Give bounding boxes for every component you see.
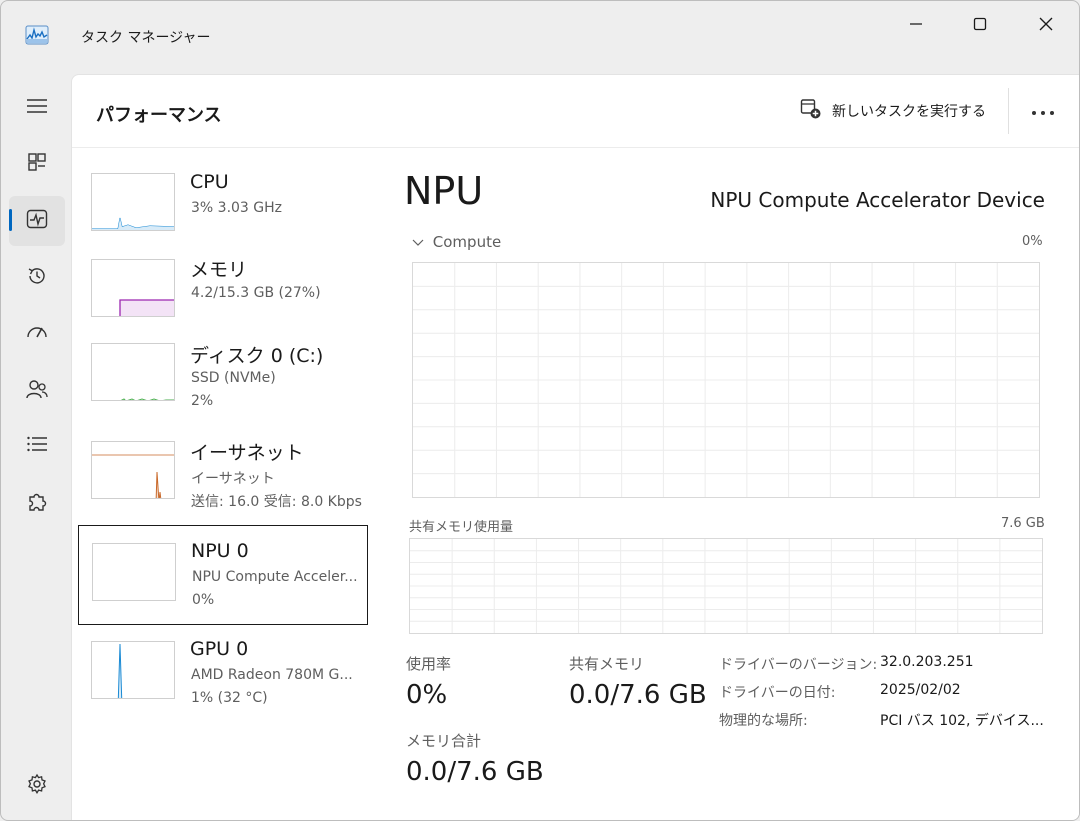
cpu-thumbnail-graph xyxy=(91,173,175,231)
minimize-icon xyxy=(909,17,923,31)
compute-graph xyxy=(412,262,1040,498)
driver-date-label: ドライバーの日付: xyxy=(719,685,836,701)
page-title: パフォーマンス xyxy=(96,105,222,126)
users-icon xyxy=(25,378,49,404)
physical-location-label: 物理的な場所: xyxy=(719,713,808,729)
device-npu[interactable]: NPU 0 NPU Compute Acceler... 0% xyxy=(78,525,368,625)
run-new-task-label: 新しいタスクを実行する xyxy=(832,104,986,120)
window-title: タスク マネージャー xyxy=(81,30,211,46)
puzzle-icon xyxy=(26,490,48,516)
device-detail: 3% 3.03 GHz xyxy=(191,200,283,216)
task-manager-window: タスク マネージャー パフォーマンス 新しいタスクを実行する CPU 3% 3.… xyxy=(0,0,1080,821)
usage-label: 使用率 xyxy=(406,655,452,673)
nav-menu-button[interactable] xyxy=(9,83,65,133)
disk-thumbnail-graph xyxy=(91,343,175,401)
device-ethernet[interactable]: イーサネット イーサネット 送信: 16.0 受信: 8.0 Kbps xyxy=(78,431,368,531)
gpu-thumbnail-graph xyxy=(91,641,175,699)
new-task-icon xyxy=(800,98,822,124)
physical-location-value: PCI バス 102, デバイス... xyxy=(880,713,1044,729)
performance-icon xyxy=(26,209,48,233)
device-disk[interactable]: ディスク 0 (C:) SSD (NVMe) 2% xyxy=(78,333,368,433)
close-button[interactable] xyxy=(1023,9,1069,39)
device-throughput: 送信: 16.0 受信: 8.0 Kbps xyxy=(191,494,362,510)
shared-memory-graph-grid xyxy=(410,539,1042,633)
device-detail: NPU Compute Acceler... xyxy=(192,569,358,585)
close-icon xyxy=(1038,16,1054,32)
nav-item-performance[interactable] xyxy=(9,196,65,246)
speedometer-icon xyxy=(25,322,49,346)
driver-version-label: ドライバーのバージョン: xyxy=(719,657,878,673)
chevron-down-icon xyxy=(412,233,433,251)
gear-icon xyxy=(26,773,48,799)
ethernet-thumbnail-graph xyxy=(91,441,175,499)
device-usage: 0% xyxy=(192,592,215,608)
activity-chart-icon xyxy=(25,25,49,45)
compute-graph-max: 0% xyxy=(1022,234,1043,249)
device-usage: 2% xyxy=(191,393,214,409)
device-detail: イーサネット xyxy=(191,471,275,487)
shared-memory-graph-label: 共有メモリ使用量 xyxy=(409,520,514,535)
more-icon xyxy=(1031,101,1055,120)
driver-date-value: 2025/02/02 xyxy=(880,682,961,698)
nav-item-settings[interactable] xyxy=(9,761,65,811)
compute-label-text: Compute xyxy=(432,233,502,251)
device-gpu[interactable]: GPU 0 AMD Radeon 780M G... 1% (32 °C) xyxy=(78,625,368,725)
driver-version-value: 32.0.203.251 xyxy=(880,654,974,670)
device-name: イーサネット xyxy=(190,442,304,464)
shared-memory-graph-max: 7.6 GB xyxy=(1001,516,1045,531)
device-detail: AMD Radeon 780M G... xyxy=(191,667,353,683)
npu-thumbnail-graph xyxy=(92,543,176,601)
hamburger-icon xyxy=(26,97,48,119)
memory-total-value: 0.0/7.6 GB xyxy=(406,757,544,787)
nav-item-app-history[interactable] xyxy=(9,253,65,303)
header-divider-line xyxy=(72,147,1079,148)
detail-title: NPU xyxy=(404,169,484,213)
device-name: ディスク 0 (C:) xyxy=(190,345,324,367)
device-memory[interactable]: メモリ 4.2/15.3 GB (27%) xyxy=(78,247,368,347)
compute-graph-grid xyxy=(413,263,1039,497)
memory-thumbnail-graph xyxy=(91,259,175,317)
title-bar[interactable]: タスク マネージャー xyxy=(1,1,1079,73)
compute-graph-label[interactable]: Compute xyxy=(412,233,501,251)
shared-memory-graph xyxy=(409,538,1043,634)
shared-memory-label: 共有メモリ xyxy=(569,655,645,673)
usage-value: 0% xyxy=(406,680,448,710)
device-name: NPU 0 xyxy=(191,540,249,562)
nav-item-details[interactable] xyxy=(9,421,65,471)
run-new-task-button[interactable]: 新しいタスクを実行する xyxy=(800,98,986,124)
detail-device-name: NPU Compute Accelerator Device xyxy=(710,188,1045,212)
maximize-button[interactable] xyxy=(957,9,1003,39)
header-divider xyxy=(1008,88,1009,134)
device-detail: 4.2/15.3 GB (27%) xyxy=(191,285,321,301)
maximize-icon xyxy=(973,17,987,31)
nav-item-services[interactable] xyxy=(9,478,65,528)
nav-item-startup[interactable] xyxy=(9,309,65,359)
minimize-button[interactable] xyxy=(893,9,939,39)
more-options-button[interactable] xyxy=(1028,97,1058,123)
memory-total-label: メモリ合計 xyxy=(406,732,482,750)
list-icon xyxy=(26,435,48,457)
device-name: GPU 0 xyxy=(190,638,249,660)
performance-panel: パフォーマンス 新しいタスクを実行する CPU 3% 3.03 GHz メモリ … xyxy=(71,74,1079,820)
device-name: CPU xyxy=(190,171,229,193)
device-name: メモリ xyxy=(190,259,248,281)
nav-item-users[interactable] xyxy=(9,366,65,416)
history-icon xyxy=(26,265,48,291)
device-detail: SSD (NVMe) xyxy=(191,370,276,386)
processes-icon xyxy=(27,152,47,176)
nav-active-indicator xyxy=(9,209,12,231)
shared-memory-value: 0.0/7.6 GB xyxy=(569,680,707,710)
device-usage: 1% (32 °C) xyxy=(191,690,268,706)
nav-item-processes[interactable] xyxy=(9,139,65,189)
